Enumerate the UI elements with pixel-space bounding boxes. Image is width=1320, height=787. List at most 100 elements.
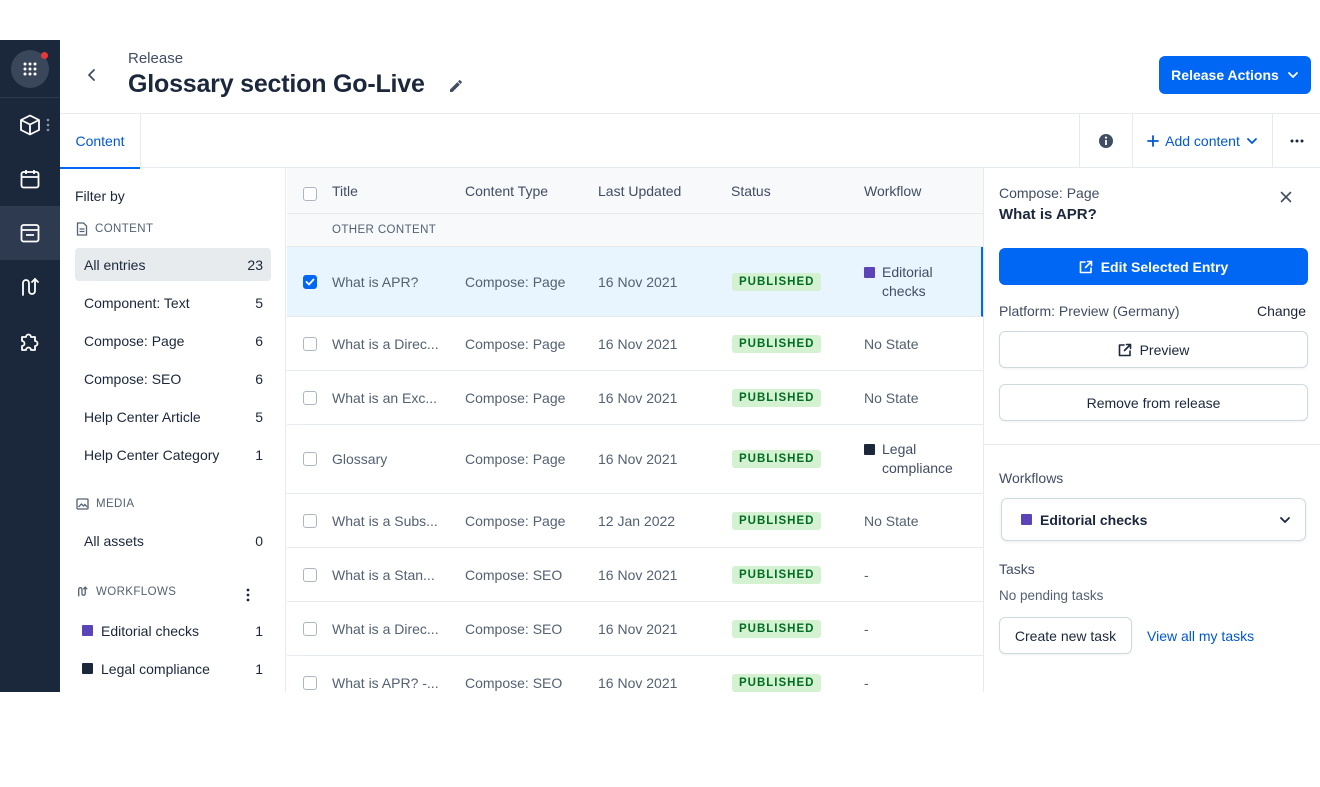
workflows-menu-button[interactable] — [246, 588, 250, 607]
plus-icon — [1147, 135, 1160, 147]
row-workflow: No State — [864, 512, 919, 529]
content-section-heading: CONTENT — [76, 222, 153, 236]
filter-item-help-center-category[interactable]: Help Center Category 1 — [75, 438, 271, 471]
column-last-updated[interactable]: Last Updated — [598, 183, 681, 199]
editorial-swatch — [864, 266, 875, 278]
row-updated: 16 Nov 2021 — [598, 389, 678, 406]
pencil-icon — [450, 80, 462, 92]
filter-item-compose-page[interactable]: Compose: Page 6 — [75, 324, 271, 357]
row-workflow: - — [864, 620, 869, 637]
row-updated: 12 Jan 2022 — [598, 512, 676, 529]
legal-swatch — [82, 663, 93, 674]
tab-content[interactable]: Content — [60, 114, 141, 169]
row-updated: 16 Nov 2021 — [598, 566, 678, 583]
filter-item-count: 6 — [255, 370, 263, 387]
platform-label: Platform: Preview (Germany) — [999, 303, 1180, 319]
filter-item-help-center-article[interactable]: Help Center Article 5 — [75, 400, 271, 433]
workflows-section-heading: WORKFLOWS — [76, 585, 176, 598]
row-updated: 16 Nov 2021 — [598, 620, 678, 637]
preview-button[interactable]: Preview — [999, 331, 1308, 368]
row-title: What is APR? — [332, 273, 419, 290]
filter-item-label: Compose: Page — [84, 332, 185, 349]
column-title[interactable]: Title — [332, 183, 358, 199]
close-icon — [1280, 191, 1292, 203]
info-button[interactable] — [1079, 114, 1132, 168]
column-status[interactable]: Status — [731, 183, 771, 199]
tasks-label: Tasks — [999, 561, 1035, 577]
no-pending-tasks-text: No pending tasks — [999, 588, 1104, 603]
column-workflow[interactable]: Workflow — [864, 183, 921, 199]
row-checkbox[interactable] — [303, 452, 317, 466]
more-options-button[interactable] — [1273, 114, 1320, 168]
row-workflow: No State — [864, 335, 919, 352]
filter-item-count: 1 — [255, 446, 263, 463]
filter-item-all-assets[interactable]: All assets 0 — [75, 524, 271, 557]
row-checkbox[interactable] — [303, 621, 317, 636]
rail-item-workflows[interactable] — [0, 260, 60, 314]
status-badge: PUBLISHED — [732, 619, 822, 638]
app-switcher-button[interactable] — [11, 49, 49, 88]
more-horizontal-icon — [1290, 139, 1303, 143]
workflow-icon — [78, 586, 88, 597]
row-checkbox[interactable] — [303, 675, 317, 690]
row-checkbox[interactable] — [303, 567, 317, 582]
filter-item-label: Editorial checks — [101, 622, 200, 639]
row-checkbox[interactable] — [303, 336, 317, 351]
back-button[interactable] — [82, 64, 102, 86]
chevron-left-icon — [88, 69, 95, 81]
filter-item-component-text[interactable]: Component: Text 5 — [75, 286, 271, 319]
table-row[interactable]: What is an Exc... Compose: Page 16 Nov 2… — [287, 371, 983, 425]
rail-item-releases[interactable] — [0, 206, 60, 260]
external-link-icon — [1118, 343, 1131, 356]
column-content-type[interactable]: Content Type — [465, 183, 548, 199]
entry-details-panel: Compose: Page What is APR? Edit Selected… — [983, 168, 1320, 692]
chevron-down-icon — [1287, 72, 1298, 78]
change-platform-link[interactable]: Change — [1257, 303, 1306, 319]
editorial-swatch — [1021, 514, 1032, 525]
select-all-checkbox[interactable] — [303, 187, 317, 201]
rail-item-content-model[interactable] — [0, 98, 60, 152]
table-row[interactable]: What is a Subs... Compose: Page 12 Jan 2… — [287, 494, 983, 548]
filter-item-count: 23 — [247, 256, 263, 273]
workflow-select[interactable]: Editorial checks — [1001, 498, 1306, 541]
filter-item-all-entries[interactable]: All entries 23 — [75, 248, 271, 281]
view-all-tasks-link[interactable]: View all my tasks — [1147, 628, 1254, 644]
rail-item-calendar[interactable] — [0, 152, 60, 206]
row-checkbox[interactable] — [303, 513, 317, 528]
edit-title-button[interactable] — [448, 78, 464, 99]
filter-item-legal-compliance[interactable]: Legal compliance 1 — [75, 652, 271, 685]
row-workflow: - — [864, 674, 869, 691]
row-content-type: Compose: Page — [465, 273, 566, 290]
content-heading-label: CONTENT — [95, 223, 154, 235]
filter-item-label: All assets — [84, 532, 144, 549]
breadcrumb: Release — [128, 50, 184, 67]
row-checkbox[interactable] — [303, 390, 317, 405]
table-row[interactable]: What is a Direc... Compose: SEO 16 Nov 2… — [287, 602, 983, 656]
table-row[interactable]: What is a Direc... Compose: Page 16 Nov … — [287, 317, 983, 371]
table-row[interactable]: Glossary Compose: Page 16 Nov 2021 PUBLI… — [287, 425, 983, 494]
rail-item-apps[interactable] — [0, 314, 60, 368]
create-new-task-button[interactable]: Create new task — [999, 617, 1132, 654]
row-checkbox[interactable] — [303, 274, 317, 289]
filter-item-label: Help Center Article — [84, 408, 201, 425]
release-actions-button[interactable]: Release Actions — [1159, 56, 1311, 94]
media-section-heading: MEDIA — [76, 498, 134, 510]
table-row[interactable]: What is APR? -... Compose: SEO 16 Nov 20… — [287, 656, 983, 692]
add-content-button[interactable]: Add content — [1132, 114, 1273, 168]
row-title: Glossary — [332, 451, 388, 467]
table-row[interactable]: What is APR? Compose: Page 16 Nov 2021 P… — [287, 247, 983, 317]
close-panel-button[interactable] — [1280, 190, 1292, 208]
external-link-icon — [1079, 260, 1093, 273]
entry-title: What is APR? — [999, 206, 1097, 223]
group-label: OTHER CONTENT — [332, 224, 437, 236]
row-content-type: Compose: Page — [465, 451, 566, 467]
filter-item-compose-seo[interactable]: Compose: SEO 6 — [75, 362, 271, 395]
entry-content-type: Compose: Page — [999, 185, 1100, 201]
row-workflow-label: Editorial checks — [882, 263, 933, 299]
table-row[interactable]: What is a Stan... Compose: SEO 16 Nov 20… — [287, 548, 983, 602]
filter-item-editorial-checks[interactable]: Editorial checks 1 — [75, 614, 271, 647]
edit-selected-entry-button[interactable]: Edit Selected Entry — [999, 248, 1308, 285]
filter-item-label: All entries — [84, 256, 146, 273]
filter-item-label: Component: Text — [84, 294, 190, 311]
remove-from-release-button[interactable]: Remove from release — [999, 384, 1308, 421]
